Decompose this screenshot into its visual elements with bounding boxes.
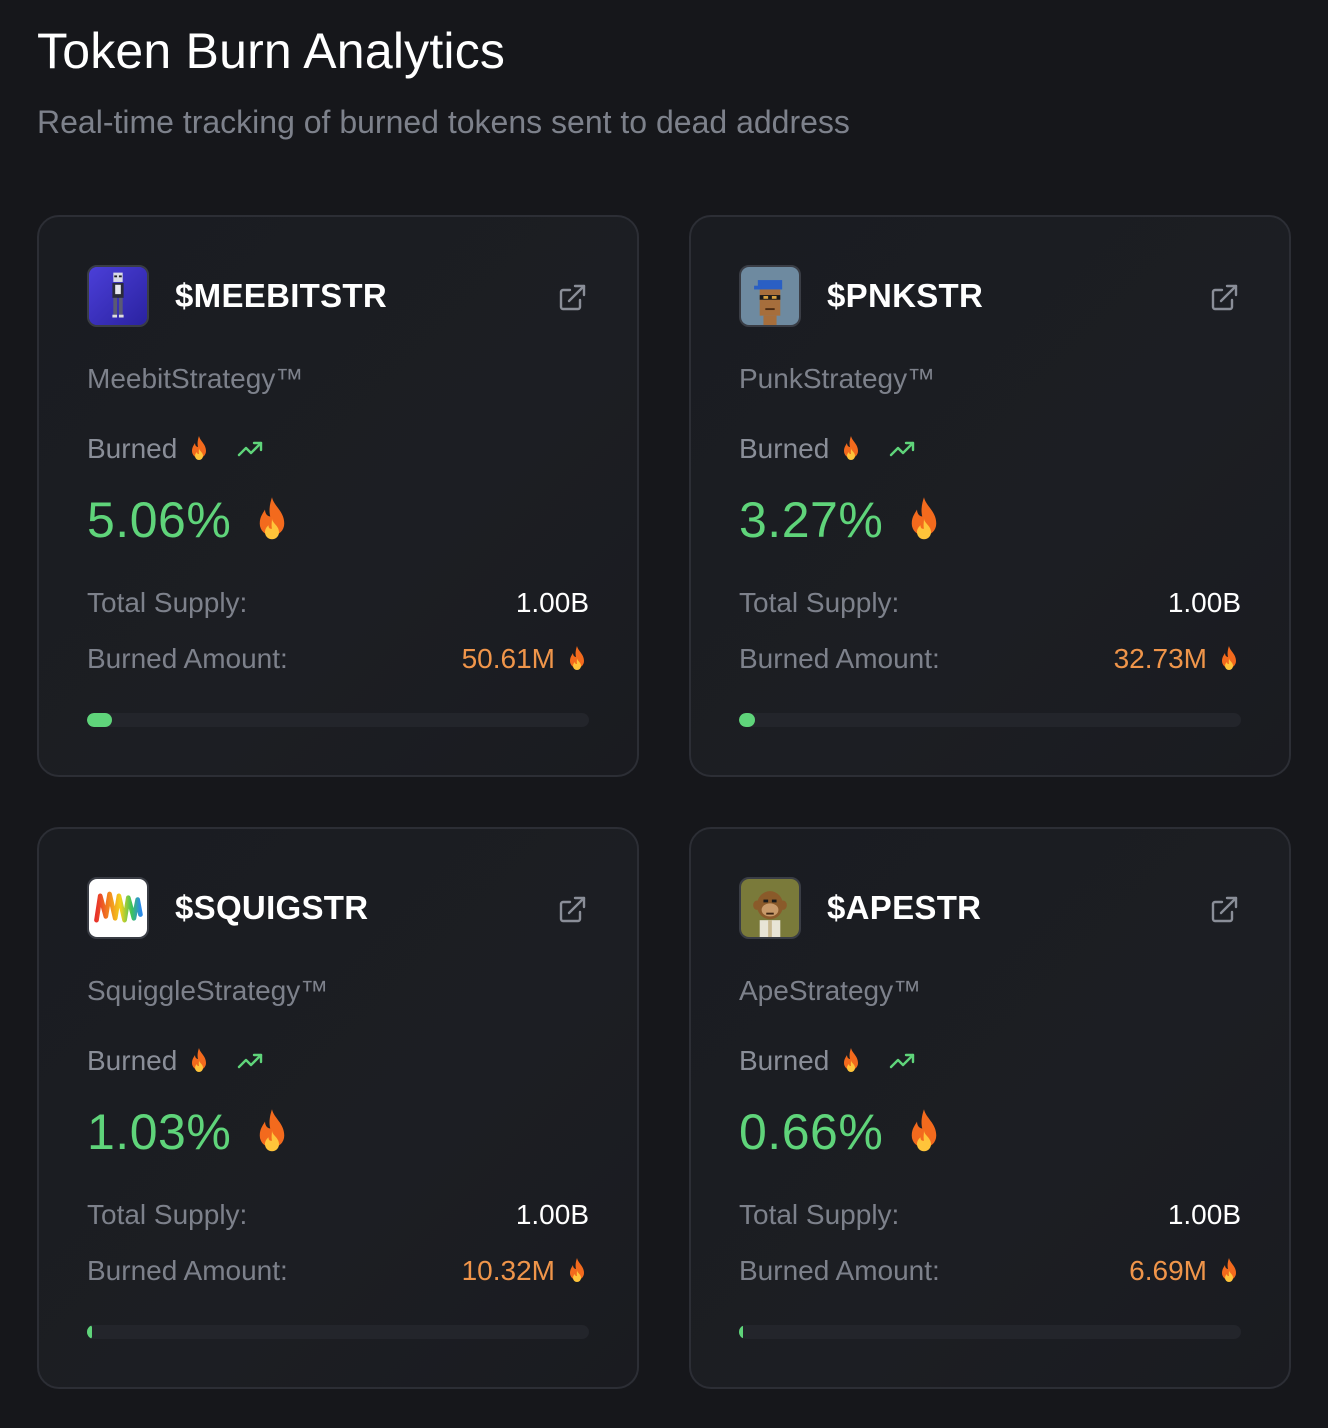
burn-percent: 0.66% xyxy=(739,1104,884,1160)
burned-amount-text: 10.32M xyxy=(461,1255,555,1286)
total-supply-row: Total Supply: 1.00B xyxy=(739,587,1241,619)
token-name: PunkStrategy™ xyxy=(739,363,936,394)
squiggle-avatar-icon xyxy=(87,877,149,939)
burned-label: Burned xyxy=(87,1045,178,1076)
external-link-icon[interactable] xyxy=(557,283,587,313)
burned-amount-value: 6.69M xyxy=(1129,1255,1241,1287)
burn-percent-row: 3.27% xyxy=(739,491,945,549)
burned-label-row: Burned xyxy=(739,433,917,465)
fire-icon xyxy=(1222,1258,1236,1282)
burned-amount-label: Burned Amount: xyxy=(87,643,288,674)
total-supply-value: 1.00B xyxy=(515,1199,589,1230)
burn-percent: 1.03% xyxy=(87,1104,232,1160)
burned-label-row: Burned xyxy=(87,1045,265,1077)
total-supply-value: 1.00B xyxy=(1167,1199,1241,1230)
burn-percent-row: 1.03% xyxy=(87,1103,293,1161)
token-card-apestr: $APESTR ApeStrategy™ Burned 0.66% Total … xyxy=(689,827,1291,1389)
trending-up-icon xyxy=(890,1053,915,1069)
burned-amount-text: 6.69M xyxy=(1129,1255,1207,1286)
token-symbol: $PNKSTR xyxy=(827,277,984,314)
burned-amount-row: Burned Amount: 50.61M xyxy=(87,643,589,675)
burn-progress-bar xyxy=(87,1325,589,1339)
ape-avatar-icon xyxy=(739,877,801,939)
burned-amount-row: Burned Amount: 32.73M xyxy=(739,643,1241,675)
burned-label-row: Burned xyxy=(739,1045,917,1077)
token-name: SquiggleStrategy™ xyxy=(87,975,329,1006)
fire-icon xyxy=(192,436,207,460)
burn-percent: 5.06% xyxy=(87,492,232,548)
burn-progress-fill xyxy=(739,1325,743,1339)
burned-label: Burned xyxy=(739,433,830,464)
fire-icon xyxy=(260,1109,285,1152)
total-supply-label: Total Supply: xyxy=(739,587,900,618)
burned-amount-row: Burned Amount: 10.32M xyxy=(87,1255,589,1287)
fire-icon xyxy=(912,497,937,540)
burned-amount-label: Burned Amount: xyxy=(739,1255,940,1286)
fire-icon xyxy=(912,1109,937,1152)
burned-amount-row: Burned Amount: 6.69M xyxy=(739,1255,1241,1287)
burned-amount-value: 10.32M xyxy=(462,1255,589,1287)
burn-progress-fill xyxy=(87,1325,93,1339)
burned-amount-label: Burned Amount: xyxy=(739,643,940,674)
token-card-grid: $MEEBITSTR MeebitStrategy™ Burned 5.06% … xyxy=(37,215,1291,1389)
fire-icon xyxy=(260,497,285,540)
token-symbol: $MEEBITSTR xyxy=(175,277,388,314)
burn-progress-bar xyxy=(87,713,589,727)
burn-percent-row: 0.66% xyxy=(739,1103,945,1161)
external-link-icon[interactable] xyxy=(557,895,587,925)
burn-progress-fill xyxy=(87,713,113,727)
trending-up-icon xyxy=(890,441,915,457)
burned-amount-text: 32.73M xyxy=(1113,643,1207,674)
page-subtitle: Real-time tracking of burned tokens sent… xyxy=(37,104,850,140)
fire-icon xyxy=(844,1048,859,1072)
page: Token Burn Analytics Real-time tracking … xyxy=(0,0,1328,1428)
token-card-pnkstr: $PNKSTR PunkStrategy™ Burned 3.27% Total… xyxy=(689,215,1291,777)
total-supply-row: Total Supply: 1.00B xyxy=(739,1199,1241,1231)
fire-icon xyxy=(844,436,859,460)
total-supply-row: Total Supply: 1.00B xyxy=(87,1199,589,1231)
fire-icon xyxy=(1222,646,1236,670)
external-link-icon[interactable] xyxy=(1209,283,1239,313)
burn-progress-fill xyxy=(739,713,756,727)
token-card-squigstr: $SQUIGSTR SquiggleStrategy™ Burned 1.03%… xyxy=(37,827,639,1389)
burned-label-row: Burned xyxy=(87,433,265,465)
token-name: MeebitStrategy™ xyxy=(87,363,304,394)
burn-progress-bar xyxy=(739,713,1241,727)
trending-up-icon xyxy=(238,1053,263,1069)
burned-amount-text: 50.61M xyxy=(461,643,555,674)
burned-amount-label: Burned Amount: xyxy=(87,1255,288,1286)
total-supply-label: Total Supply: xyxy=(739,1199,900,1230)
total-supply-value: 1.00B xyxy=(515,587,589,618)
meebit-avatar-icon xyxy=(87,265,149,327)
token-name: ApeStrategy™ xyxy=(739,975,922,1006)
total-supply-value: 1.00B xyxy=(1167,587,1241,618)
burn-percent-row: 5.06% xyxy=(87,491,293,549)
total-supply-label: Total Supply: xyxy=(87,1199,248,1230)
burned-label: Burned xyxy=(87,433,178,464)
token-card-meebitstr: $MEEBITSTR MeebitStrategy™ Burned 5.06% … xyxy=(37,215,639,777)
punk-avatar-icon xyxy=(739,265,801,327)
token-symbol: $APESTR xyxy=(827,889,982,926)
page-title: Token Burn Analytics xyxy=(37,23,506,79)
burn-progress-bar xyxy=(739,1325,1241,1339)
fire-icon xyxy=(570,1258,584,1282)
burn-percent: 3.27% xyxy=(739,492,884,548)
token-symbol: $SQUIGSTR xyxy=(175,889,369,926)
burned-amount-value: 50.61M xyxy=(462,643,589,675)
burned-label: Burned xyxy=(739,1045,830,1076)
trending-up-icon xyxy=(238,441,263,457)
external-link-icon[interactable] xyxy=(1209,895,1239,925)
total-supply-row: Total Supply: 1.00B xyxy=(87,587,589,619)
total-supply-label: Total Supply: xyxy=(87,587,248,618)
fire-icon xyxy=(192,1048,207,1072)
burned-amount-value: 32.73M xyxy=(1114,643,1241,675)
fire-icon xyxy=(570,646,584,670)
